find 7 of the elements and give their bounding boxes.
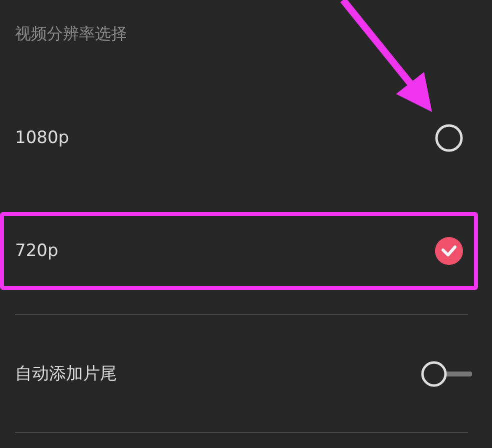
section-heading: 视频分辨率选择 [15,24,127,43]
checked-radio-icon[interactable] [435,237,463,265]
toggle-switch[interactable] [420,360,472,388]
radio-icon[interactable] [435,124,463,152]
option-row[interactable]: 1080p [0,99,478,177]
setting-label: 自动添加片尾 [15,363,117,385]
highlighted-option-row[interactable]: 720p [0,212,478,290]
